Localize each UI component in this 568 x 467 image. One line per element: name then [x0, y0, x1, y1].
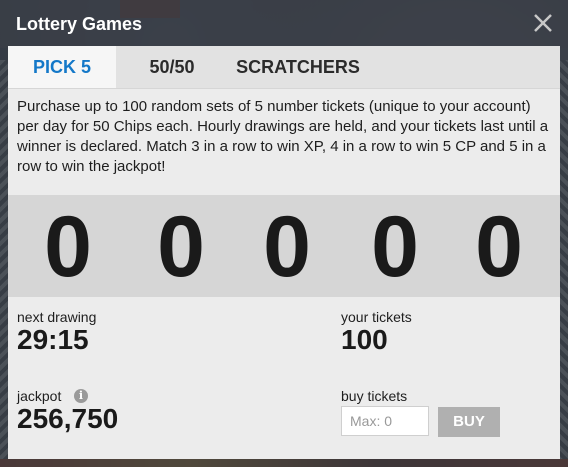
close-icon[interactable] — [532, 12, 554, 34]
jackpot-label: jackpot — [17, 388, 62, 404]
buy-button[interactable]: BUY — [438, 407, 500, 437]
tab-50-50[interactable]: 50/50 — [130, 46, 214, 88]
number-digit: 0 — [475, 199, 523, 295]
title-bar: Lottery Games — [0, 0, 568, 48]
next-drawing-label: next drawing — [17, 309, 97, 325]
dialog-title: Lottery Games — [16, 14, 143, 34]
ticket-quantity-input[interactable] — [341, 406, 429, 436]
lottery-dialog: Lottery Games PICK 5 50/50 SCRATCHERS Pu… — [0, 0, 568, 467]
number-digit: 0 — [371, 199, 419, 295]
jackpot-amount: 256,750 — [17, 403, 119, 434]
lottery-panel: PICK 5 50/50 SCRATCHERS Purchase up to 1… — [8, 46, 560, 459]
number-digit: 0 — [263, 199, 311, 295]
buy-tickets-label: buy tickets — [341, 388, 408, 404]
info-icon[interactable]: i — [74, 389, 88, 403]
your-tickets-label: your tickets — [341, 309, 412, 325]
number-digit: 0 — [157, 199, 205, 295]
number-digit: 0 — [44, 199, 92, 295]
tab-bar: PICK 5 50/50 SCRATCHERS — [8, 46, 560, 89]
your-tickets-count: 100 — [341, 324, 388, 355]
tab-scratchers[interactable]: SCRATCHERS — [228, 46, 368, 88]
drawn-numbers: 0 0 0 0 0 — [8, 195, 560, 297]
tab-pick-5[interactable]: PICK 5 — [8, 46, 116, 88]
next-drawing-countdown: 29:15 — [17, 324, 89, 355]
game-description: Purchase up to 100 random sets of 5 numb… — [17, 98, 549, 175]
